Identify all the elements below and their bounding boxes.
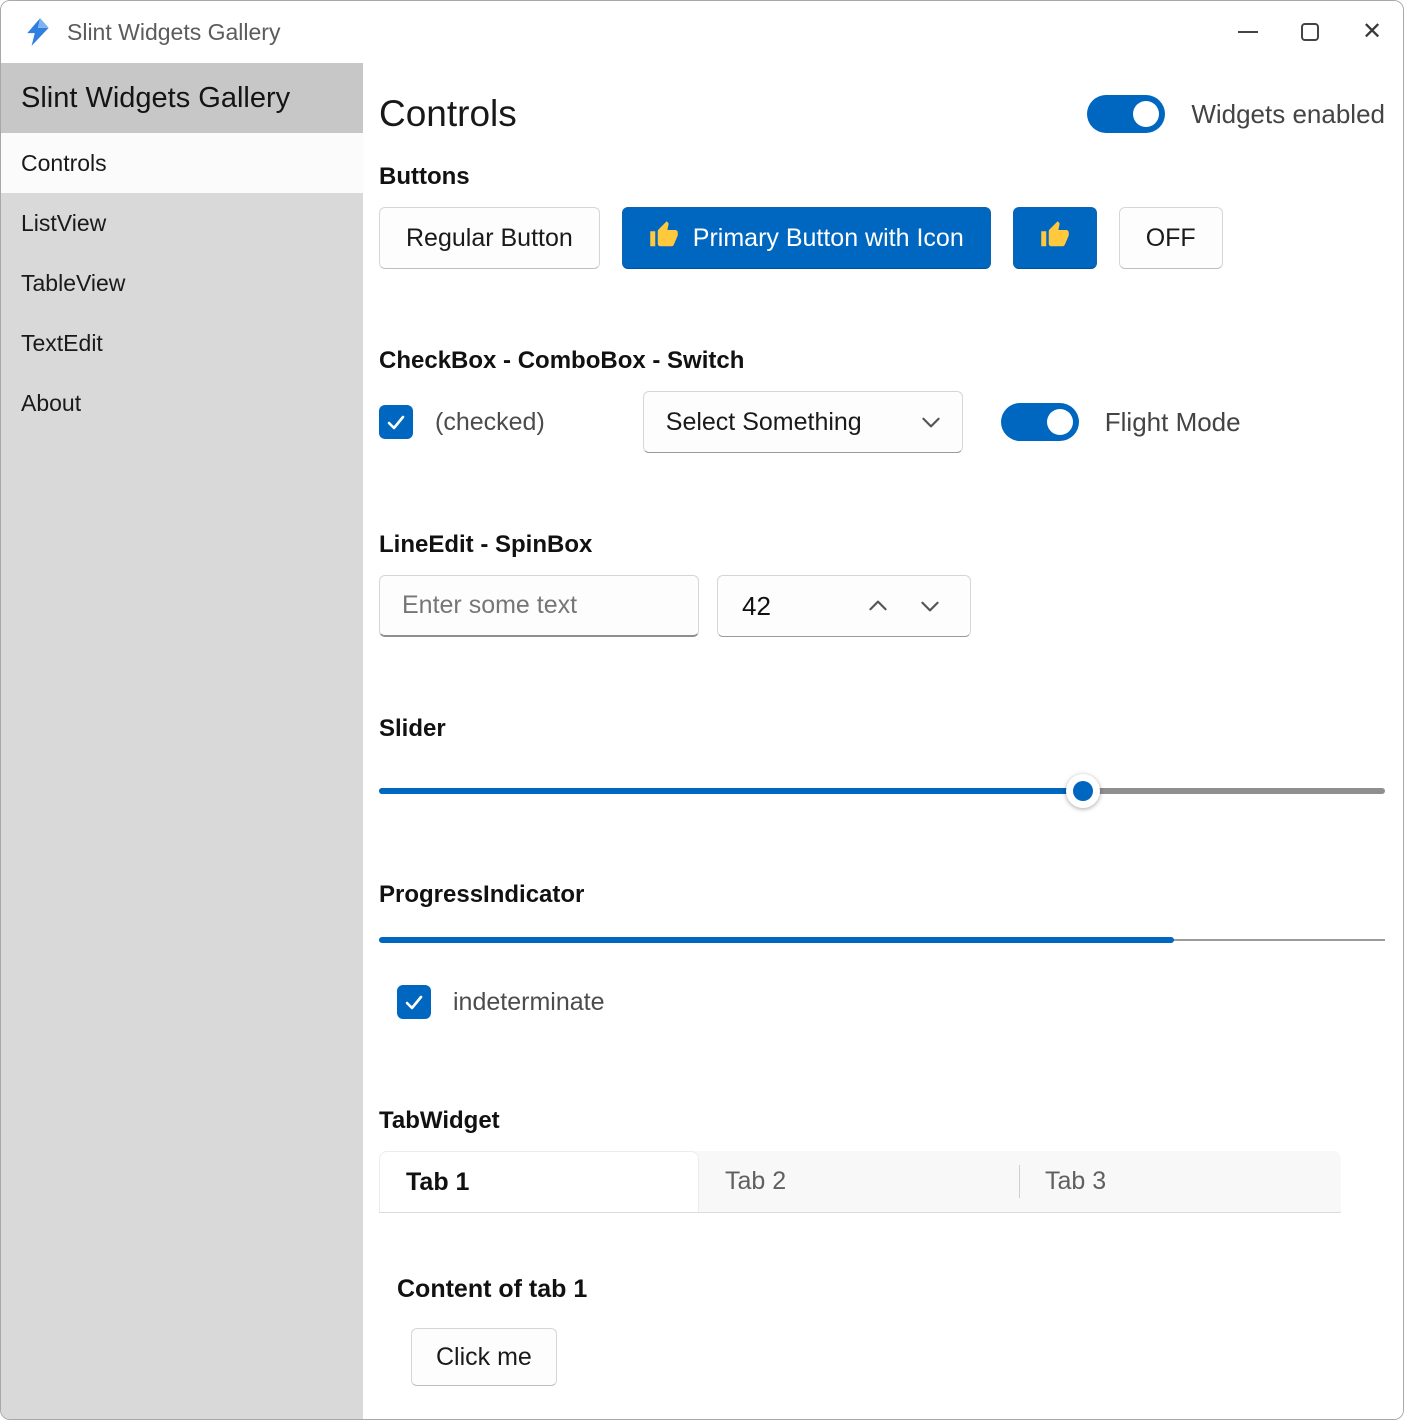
spinbox-decrement-button[interactable] <box>904 583 956 629</box>
minimize-icon <box>1238 31 1258 33</box>
sidebar-item-listview[interactable]: ListView <box>1 193 363 253</box>
slider-fill <box>379 788 1083 794</box>
combobox[interactable]: Select Something <box>643 391 963 453</box>
sidebar-title: Slint Widgets Gallery <box>1 63 363 133</box>
indeterminate-label: indeterminate <box>453 988 604 1017</box>
progress-section-title: ProgressIndicator <box>379 881 1385 909</box>
regular-button-label: Regular Button <box>406 224 573 253</box>
icon-only-button[interactable] <box>1013 207 1097 269</box>
switch-knob <box>1133 101 1159 127</box>
sidebar-item-label: Controls <box>21 150 107 177</box>
lineedit-input[interactable] <box>379 575 699 637</box>
sidebar-item-label: ListView <box>21 210 106 237</box>
flight-mode-label: Flight Mode <box>1105 407 1241 438</box>
tab-content-title: Content of tab 1 <box>397 1275 1385 1304</box>
sidebar: Slint Widgets Gallery Controls ListView … <box>1 63 363 1419</box>
checked-checkbox[interactable] <box>379 405 413 439</box>
check-icon <box>384 410 408 434</box>
minimize-button[interactable] <box>1217 1 1279 63</box>
page-title: Controls <box>379 93 517 135</box>
maximize-icon <box>1301 23 1319 41</box>
maximize-button[interactable] <box>1279 1 1341 63</box>
widgets-enabled-label: Widgets enabled <box>1191 99 1385 130</box>
primary-button-label: Primary Button with Icon <box>693 224 964 253</box>
thumbs-up-icon <box>649 220 679 257</box>
app-window: Slint Widgets Gallery ✕ Slint Widgets Ga… <box>0 0 1404 1420</box>
progress-indicator <box>379 937 1385 943</box>
off-button-label: OFF <box>1146 224 1196 253</box>
tab-label: Tab 2 <box>725 1167 786 1196</box>
slider-handle[interactable] <box>1066 774 1100 808</box>
thumbs-up-icon <box>1040 220 1070 257</box>
slint-logo-icon <box>23 17 53 47</box>
click-me-label: Click me <box>436 1343 532 1372</box>
sidebar-item-label: About <box>21 390 81 417</box>
tab-label: Tab 3 <box>1045 1167 1106 1196</box>
checkbox-label: (checked) <box>435 408 545 437</box>
spinbox-increment-button[interactable] <box>852 583 904 629</box>
chevron-down-icon <box>918 409 944 435</box>
progress-fill <box>379 937 1174 943</box>
spinbox-value: 42 <box>742 591 771 622</box>
sidebar-item-controls[interactable]: Controls <box>1 133 363 193</box>
regular-button[interactable]: Regular Button <box>379 207 600 269</box>
close-icon: ✕ <box>1362 20 1382 44</box>
sidebar-item-about[interactable]: About <box>1 373 363 433</box>
tab-label: Tab 1 <box>406 1168 469 1197</box>
buttons-section-title: Buttons <box>379 163 1385 191</box>
tabwidget-section-title: TabWidget <box>379 1107 1385 1135</box>
click-me-button[interactable]: Click me <box>411 1328 557 1386</box>
primary-button[interactable]: Primary Button with Icon <box>622 207 991 269</box>
chevron-up-icon <box>865 593 891 619</box>
spinbox: 42 <box>717 575 971 637</box>
widgets-enabled-switch[interactable] <box>1087 95 1165 133</box>
check-icon <box>402 990 426 1014</box>
flight-mode-switch[interactable] <box>1001 403 1079 441</box>
slider[interactable] <box>379 773 1385 809</box>
tab-2[interactable]: Tab 2 <box>699 1151 1019 1212</box>
sidebar-item-tableview[interactable]: TableView <box>1 253 363 313</box>
window-controls: ✕ <box>1217 1 1403 63</box>
check-combo-switch-section-title: CheckBox - ComboBox - Switch <box>379 347 1385 375</box>
sidebar-item-label: TableView <box>21 270 125 297</box>
tabbar: Tab 1 Tab 2 Tab 3 <box>379 1151 1341 1213</box>
tab-3[interactable]: Tab 3 <box>1019 1151 1339 1212</box>
tab-1[interactable]: Tab 1 <box>379 1151 699 1212</box>
combobox-value: Select Something <box>666 408 862 437</box>
indeterminate-checkbox[interactable] <box>397 985 431 1019</box>
main-content: Controls Widgets enabled Buttons Regular… <box>363 63 1403 1419</box>
sidebar-item-textedit[interactable]: TextEdit <box>1 313 363 373</box>
lineedit-spinbox-section-title: LineEdit - SpinBox <box>379 531 1385 559</box>
window-title: Slint Widgets Gallery <box>67 19 280 46</box>
close-button[interactable]: ✕ <box>1341 1 1403 63</box>
titlebar: Slint Widgets Gallery ✕ <box>1 1 1403 63</box>
slider-track[interactable] <box>379 788 1385 794</box>
sidebar-item-label: TextEdit <box>21 330 103 357</box>
switch-knob <box>1047 409 1073 435</box>
chevron-down-icon <box>917 593 943 619</box>
slider-section-title: Slider <box>379 715 1385 743</box>
off-toggle-button[interactable]: OFF <box>1119 207 1223 269</box>
